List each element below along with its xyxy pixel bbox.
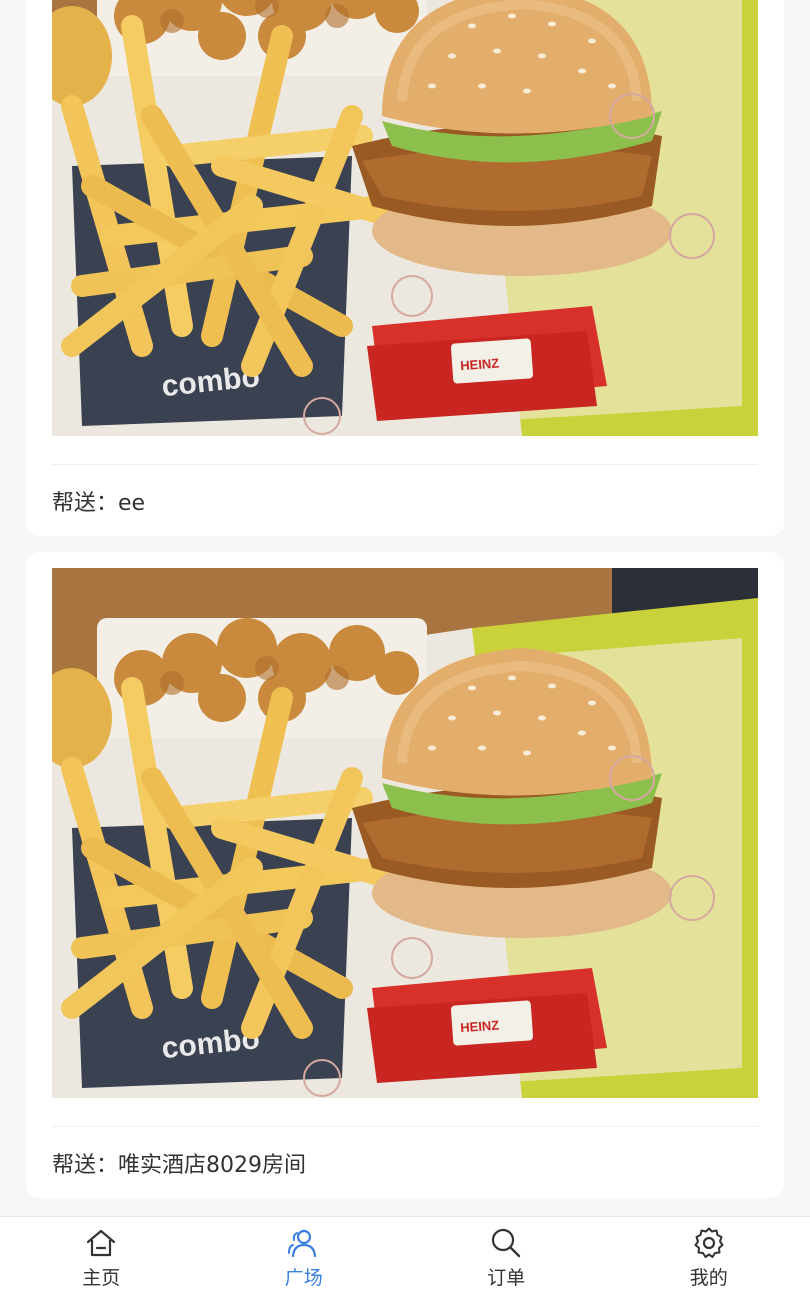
card-divider	[52, 1126, 758, 1127]
food-photo-image	[52, 568, 758, 1098]
tab-square[interactable]: 广场	[203, 1217, 406, 1296]
post-photo[interactable]	[52, 568, 758, 1098]
post-photo[interactable]	[52, 0, 758, 436]
card-divider	[52, 464, 758, 465]
post-card[interactable]: 帮送：唯实酒店8029房间	[26, 552, 784, 1198]
deliver-info: 帮送：唯实酒店8029房间	[52, 1147, 306, 1179]
tab-label: 主页	[82, 1267, 121, 1289]
deliver-label: 帮送：	[52, 1153, 119, 1178]
tab-label: 广场	[284, 1267, 323, 1289]
deliver-value: 唯实酒店8029房间	[118, 1153, 307, 1178]
tab-label: 订单	[487, 1267, 526, 1289]
post-card[interactable]: 帮送：ee	[26, 0, 784, 536]
users-icon	[287, 1229, 316, 1258]
tab-mine[interactable]: 我的	[608, 1217, 810, 1296]
deliver-info: 帮送：ee	[52, 485, 145, 517]
bottom-tab-bar: 主页 广场 订单 我的	[0, 1216, 810, 1296]
home-icon	[87, 1229, 116, 1257]
deliver-value: ee	[118, 491, 146, 516]
tab-home[interactable]: 主页	[0, 1217, 203, 1296]
tab-orders[interactable]: 订单	[405, 1217, 608, 1296]
tab-label: 我的	[689, 1267, 728, 1289]
food-photo-image	[52, 0, 758, 436]
gear-icon	[694, 1227, 724, 1258]
deliver-label: 帮送：	[52, 491, 119, 516]
post-feed[interactable]: 帮送：ee 帮送：唯实酒店8029房间	[0, 0, 810, 1216]
search-icon	[492, 1228, 521, 1258]
